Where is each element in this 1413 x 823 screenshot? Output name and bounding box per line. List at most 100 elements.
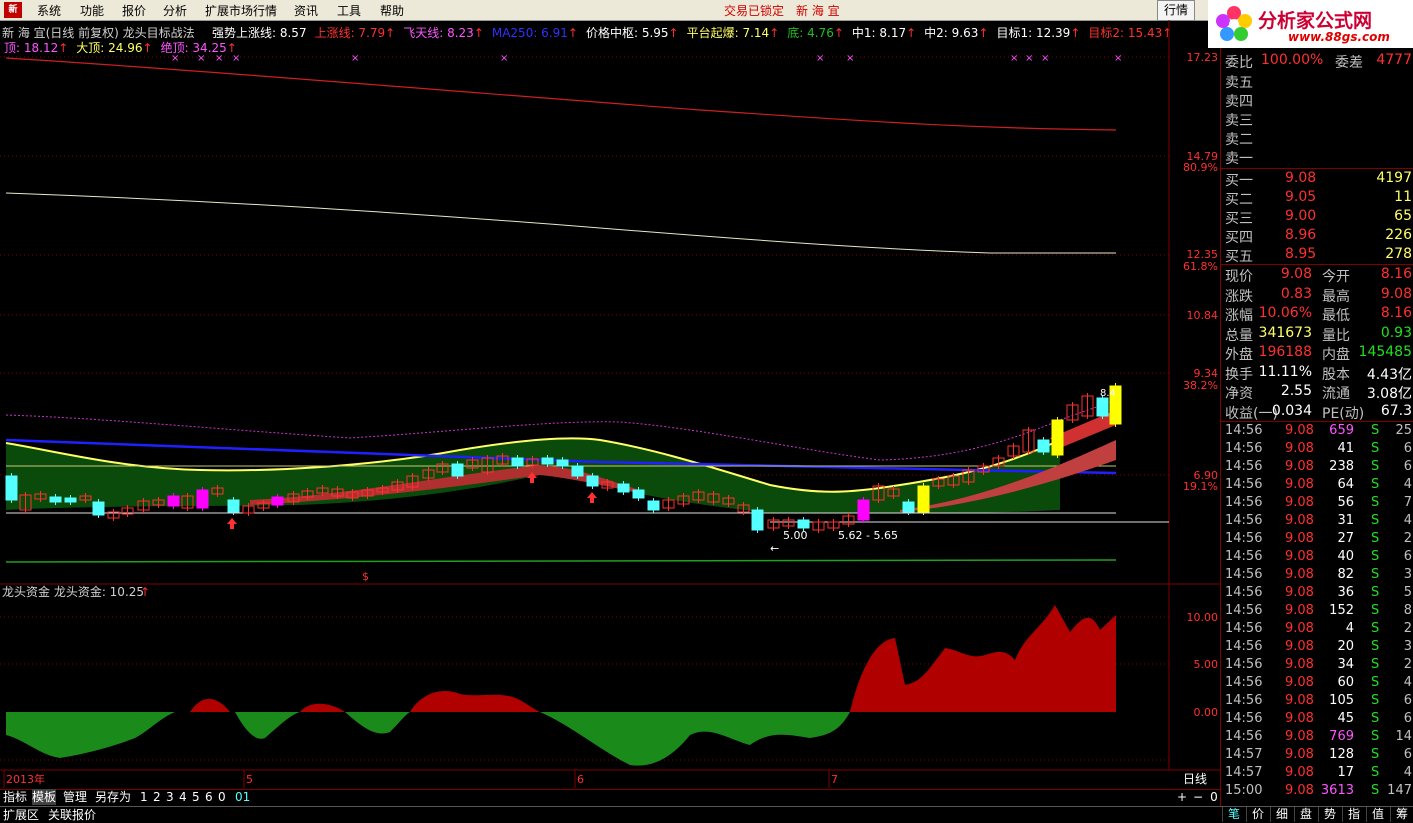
tick-time: 14:57 [1225,765,1263,780]
tick-volume: 27 [1337,531,1354,546]
tick-side: S [1371,585,1380,600]
buy-level-volume: 11 [1394,189,1412,205]
stat-value: 145485 [1358,344,1412,360]
template-tab[interactable]: 0 [218,789,226,805]
template-tab[interactable]: 2 [153,789,161,805]
template-tab[interactable]: 01 [235,789,250,805]
stat-value: 8.16 [1380,266,1412,282]
tick-side: S [1371,567,1380,582]
stat-value: 2.55 [1280,383,1312,399]
stat-label: 换手 [1225,366,1253,383]
period-button[interactable]: 日线 [1183,772,1207,786]
zoom-button[interactable]: 0 [1208,789,1220,805]
stat-label: 总量 [1225,327,1253,344]
tick-count: 6 [1403,441,1412,456]
template-tab[interactable]: 指标 [3,789,27,805]
status-bar: 扩展区 关联报价 [0,806,1413,823]
tick-row: 14:56 9.08 34 S 2 [1221,657,1413,676]
quote-panel-tab[interactable]: 价 [1246,807,1269,822]
tick-row: 14:57 9.08 128 S 6 [1221,747,1413,766]
fund-flow-negative [540,712,850,766]
stat-label: 涨跌 [1225,288,1253,305]
stat-value: 8.16 [1380,305,1412,321]
tick-time: 14:56 [1225,603,1263,618]
template-tab[interactable]: 6 [205,789,213,805]
menu-system[interactable]: 系统 [37,2,61,19]
tick-time: 14:56 [1225,459,1263,474]
tick-volume: 56 [1337,495,1354,510]
tick-row: 14:56 9.08 40 S 6 [1221,549,1413,568]
tick-count: 4 [1403,765,1412,780]
fund-flow-positive [850,605,1116,712]
kline-chart[interactable]: × × × × × × × × × × × × 5.00 5.62 - 5.65 ← $ 8.4 … [0,20,1220,790]
quote-button[interactable]: 行情 [1157,0,1195,21]
template-tab[interactable]: 4 [179,789,187,805]
quote-panel-tab[interactable]: 指 [1342,807,1365,822]
extension-area-tab[interactable]: 扩展区 [3,807,39,823]
svg-text:×: × [1041,53,1049,64]
tick-side: S [1371,603,1380,618]
template-tab[interactable]: 另存为 [95,789,131,805]
buy-level-row: 买一 9.08 4197 [1221,170,1413,189]
sell-level-row: 卖三 [1221,110,1413,129]
brand-url[interactable]: www.88gs.com [1288,30,1390,44]
tick-row: 14:56 9.08 56 S 7 [1221,495,1413,514]
stat-value: 0.93 [1380,324,1412,341]
tick-count: 2 [1403,531,1412,546]
template-tab[interactable]: 1 [140,789,148,805]
template-tab[interactable]: 管理 [63,789,87,805]
menu-quote[interactable]: 报价 [122,2,146,19]
fund-flow-negative [235,712,300,739]
stat-label: 涨幅 [1225,308,1253,324]
menu-function[interactable]: 功能 [80,2,104,19]
buy-level-price: 9.00 [1285,208,1317,224]
svg-text:×: × [232,53,240,64]
tick-volume: 4 [1345,621,1354,636]
tick-side: S [1371,765,1380,780]
zoom-button[interactable]: + [1176,789,1188,805]
template-tab[interactable]: 模板 [32,789,57,805]
tick-volume: 31 [1337,513,1354,528]
quote-stat-row: 外盘 196188 内盘 145485 [1221,344,1413,363]
percent-axis-label: 61.8% [1183,260,1218,273]
tick-price: 9.08 [1285,459,1314,474]
buy-level-label: 买一 [1225,173,1253,189]
tick-count: 147 [1387,783,1412,798]
linked-quote-tab[interactable]: 关联报价 [48,807,96,823]
range-label: 5.62 - 5.65 [838,529,898,542]
time-axis-label: 7 [831,773,838,786]
template-tab[interactable]: 5 [192,789,200,805]
low-arrow-icon: ← [770,542,779,555]
menu-analysis[interactable]: 分析 [163,2,187,19]
menu-info[interactable]: 资讯 [294,2,318,19]
svg-text:×: × [1010,53,1018,64]
zoom-button[interactable]: − [1192,789,1204,805]
tick-volume: 60 [1337,675,1354,690]
menu-extended-market[interactable]: 扩展市场行情 [205,2,277,19]
tick-volume: 82 [1337,567,1354,582]
menu-help[interactable]: 帮助 [380,2,404,19]
quote-stat-row: 换手 11.11% 股本 4.43亿 [1221,364,1413,383]
menu-tools[interactable]: 工具 [337,2,361,19]
quote-panel-tab[interactable]: 值 [1366,807,1389,822]
indicator-axis-label: 5.00 [1194,658,1219,671]
template-tab[interactable]: 3 [166,789,174,805]
sell-level-label: 卖二 [1225,132,1253,148]
buy-level-label: 买二 [1225,192,1253,208]
quote-panel-tab[interactable]: 盘 [1294,807,1317,822]
tick-volume: 659 [1329,423,1354,438]
quote-panel-tab[interactable]: 笔 [1222,807,1245,822]
svg-text:×: × [215,53,223,64]
stat-label: 量比 [1322,327,1350,344]
buy-level-volume: 65 [1394,208,1412,224]
quote-stat-row: 涨跌 0.83 最高 9.08 [1221,286,1413,305]
tick-count: 3 [1403,639,1412,654]
tick-time: 14:56 [1225,585,1263,600]
tick-side: S [1371,639,1380,654]
tick-count: 14 [1395,729,1412,744]
quote-panel-tab[interactable]: 细 [1270,807,1293,822]
quote-panel-tab[interactable]: 筹 [1390,807,1413,822]
quote-panel-tab[interactable]: 势 [1318,807,1341,822]
menu-bar: 新 系统 功能 报价 分析 扩展市场行情 资讯 工具 帮助 交易已锁定 新 海 … [0,0,1413,21]
tick-count: 6 [1403,549,1412,564]
